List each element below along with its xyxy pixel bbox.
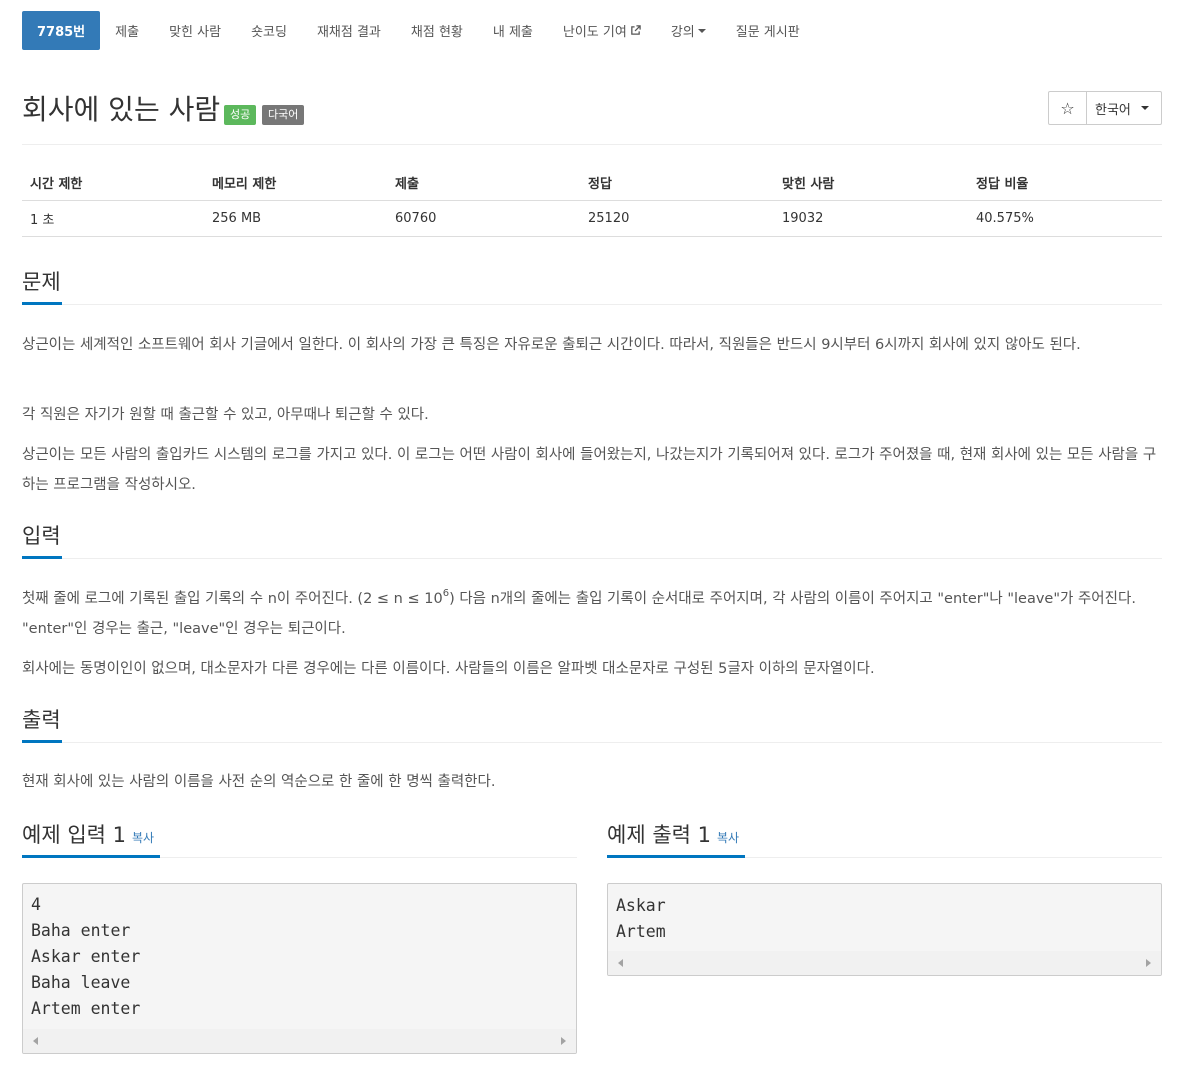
tab-question-board[interactable]: 질문 게시판 <box>721 11 815 50</box>
input-paragraph-1: 첫째 줄에 로그에 기록된 출입 기록의 수 n이 주어진다. (2 ≤ n ≤… <box>22 584 1162 644</box>
copy-sample-output-button[interactable]: 복사 <box>717 831 739 845</box>
multilang-badge: 다국어 <box>262 105 305 125</box>
problem-header: 회사에 있는 사람 성공 다국어 ☆ 한국어 <box>22 90 1162 130</box>
sample-input-header: 예제 입력 1 복사 <box>22 820 577 858</box>
output-section-title: 출력 <box>22 708 61 732</box>
tab-difficulty-contribution[interactable]: 난이도 기여 <box>548 11 656 50</box>
col-accept-ratio: 정답 비율 <box>968 166 1162 201</box>
submissions-value: 60760 <box>387 200 580 237</box>
input-paragraph-2: 회사에는 동명이인이 없으며, 대소문자가 다른 경우에는 다른 이름이다. 사… <box>22 661 875 677</box>
table-header-row: 시간 제한 메모리 제한 제출 정답 맞힌 사람 정답 비율 <box>22 166 1162 201</box>
problem-page: 7785번 제출 맞힌 사람 숏코딩 재채점 결과 채점 현황 내 제출 난이도… <box>0 0 1199 1082</box>
problem-tabs: 7785번 제출 맞힌 사람 숏코딩 재채점 결과 채점 현황 내 제출 난이도… <box>22 11 815 50</box>
tab-problem[interactable]: 7785번 <box>22 11 101 50</box>
col-submissions: 제출 <box>387 166 580 201</box>
chevron-down-icon <box>697 28 706 33</box>
memory-limit-value: 256 MB <box>204 200 387 237</box>
tab-solved-users[interactable]: 맞힌 사람 <box>154 11 236 50</box>
col-memory-limit: 메모리 제한 <box>204 166 387 201</box>
tab-rejudge-results[interactable]: 재채점 결과 <box>302 11 396 50</box>
chevron-down-icon <box>1141 106 1149 110</box>
language-label: 한국어 <box>1095 102 1131 118</box>
section-underline <box>22 302 62 305</box>
horizontal-scrollbar[interactable] <box>608 951 1161 975</box>
sample-input-box[interactable]: 4 Baha enter Askar enter Baha leave Arte… <box>22 883 577 1054</box>
copy-sample-input-button[interactable]: 복사 <box>132 831 154 845</box>
sample-output-text: Askar Artem <box>616 896 666 941</box>
sample-input-title: 예제 입력 1 복사 <box>22 820 154 853</box>
accept-ratio-value: 40.575% <box>968 200 1162 237</box>
scroll-left-icon[interactable] <box>618 959 623 967</box>
problem-paragraph-1: 상근이는 세계적인 소프트웨어 회사 기글에서 일한다. 이 회사의 가장 큰 … <box>22 337 1081 353</box>
tab-lectures-label: 강의 <box>670 25 695 40</box>
output-paragraph-1: 현재 회사에 있는 사람의 이름을 사전 순의 역순으로 한 줄에 한 명씩 출… <box>22 774 496 790</box>
section-underline <box>607 855 745 858</box>
tab-lectures[interactable]: 강의 <box>656 11 721 50</box>
star-icon: ☆ <box>1060 98 1075 118</box>
tab-status[interactable]: 채점 현황 <box>396 11 478 50</box>
problem-info-table: 시간 제한 메모리 제한 제출 정답 맞힌 사람 정답 비율 1 초 256 M… <box>22 166 1162 237</box>
accepted-value: 25120 <box>580 200 774 237</box>
title-divider <box>22 144 1162 145</box>
favorite-button[interactable]: ☆ <box>1048 91 1087 125</box>
section-underline <box>22 740 62 743</box>
external-link-icon <box>631 25 641 35</box>
superscript-exponent: 6 <box>442 588 450 600</box>
tab-my-submissions[interactable]: 내 제출 <box>478 11 548 50</box>
scroll-right-icon[interactable] <box>561 1037 566 1045</box>
input-section-header: 입력 <box>22 521 1162 559</box>
horizontal-scrollbar[interactable] <box>23 1029 576 1053</box>
sample-input-text: 4 Baha enter Askar enter Baha leave Arte… <box>31 895 141 1018</box>
sample-output-title-text: 예제 출력 1 <box>607 823 711 847</box>
output-section-header: 출력 <box>22 705 1162 743</box>
status-badge: 성공 <box>224 105 257 125</box>
tab-short-coding[interactable]: 숏코딩 <box>236 11 302 50</box>
input-section-title: 입력 <box>22 524 61 548</box>
time-limit-value: 1 초 <box>22 200 204 237</box>
sample-output-title: 예제 출력 1 복사 <box>607 820 739 853</box>
col-solved-users: 맞힌 사람 <box>774 166 968 201</box>
table-row: 1 초 256 MB 60760 25120 19032 40.575% <box>22 200 1162 237</box>
solved-users-value: 19032 <box>774 200 968 237</box>
problem-paragraph-2: 각 직원은 자기가 원할 때 출근할 수 있고, 아무때나 퇴근할 수 있다. <box>22 407 429 423</box>
section-underline <box>22 855 160 858</box>
header-actions: ☆ 한국어 <box>1048 91 1162 125</box>
problem-paragraph-3: 상근이는 모든 사람의 출입카드 시스템의 로그를 가지고 있다. 이 로그는 … <box>22 447 1157 493</box>
problem-description-header: 문제 <box>22 267 1162 305</box>
col-time-limit: 시간 제한 <box>22 166 204 201</box>
page-title: 회사에 있는 사람 <box>22 93 221 126</box>
sample-output-box[interactable]: Askar Artem <box>607 883 1162 976</box>
sample-input-title-text: 예제 입력 1 <box>22 823 126 847</box>
col-accepted: 정답 <box>580 166 774 201</box>
problem-section-title: 문제 <box>22 270 61 294</box>
sample-output-header: 예제 출력 1 복사 <box>607 820 1162 858</box>
language-dropdown[interactable]: 한국어 <box>1086 91 1162 125</box>
input-text-a: 첫째 줄에 로그에 기록된 출입 기록의 수 n이 주어진다. (2 ≤ n ≤… <box>22 591 443 607</box>
tab-difficulty-label: 난이도 기여 <box>562 25 627 40</box>
section-underline <box>22 556 62 559</box>
tab-submit[interactable]: 제출 <box>100 11 154 50</box>
scroll-left-icon[interactable] <box>33 1037 38 1045</box>
scroll-right-icon[interactable] <box>1146 959 1151 967</box>
